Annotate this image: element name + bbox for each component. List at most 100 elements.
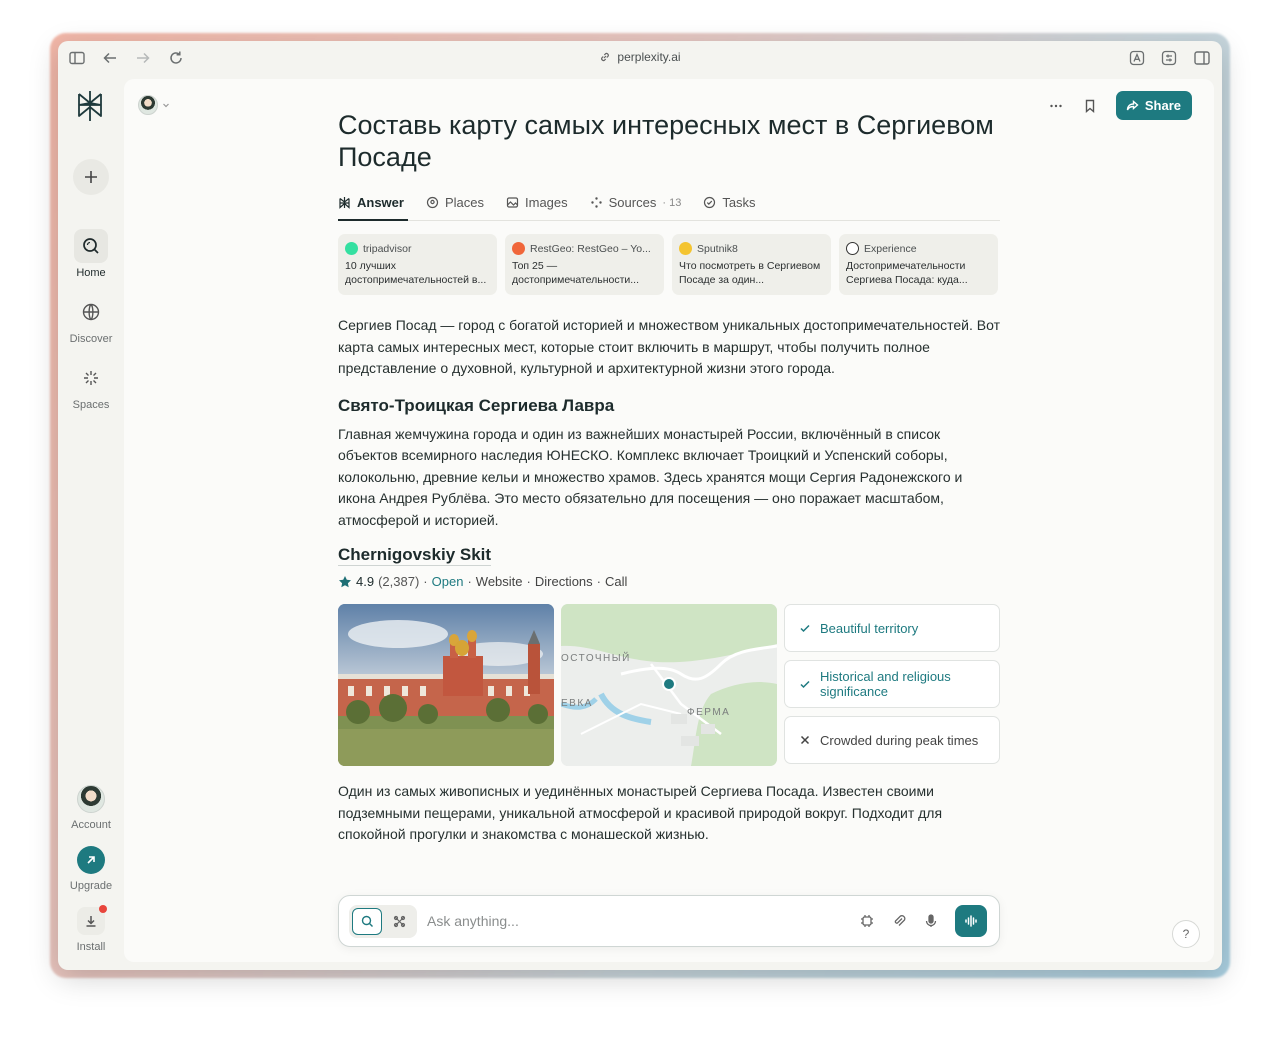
thread-content: Составь карту самых интересных мест в Се… — [338, 109, 1000, 846]
source-card[interactable]: Experience Достопримечательности Сергиев… — [839, 234, 998, 295]
microphone-icon[interactable] — [923, 913, 939, 929]
sources-count: · 13 — [662, 196, 682, 209]
sources-icon — [590, 197, 602, 208]
highlight-item: Beautiful territory — [784, 604, 1000, 652]
attach-icon[interactable] — [891, 913, 907, 929]
more-icon[interactable] — [1048, 98, 1064, 114]
rail-item-home[interactable]: Home — [58, 229, 124, 279]
source-card[interactable]: RestGeo: RestGeo – Yo... Топ 25 — достоп… — [505, 234, 664, 295]
source-cards: tripadvisor 10 лучших достопримечательно… — [338, 234, 1000, 295]
source-site: RestGeo: RestGeo – Yo... — [530, 242, 651, 255]
highlight-item: Crowded during peak times — [784, 716, 1000, 764]
bookmark-icon[interactable] — [1082, 98, 1098, 114]
source-card[interactable]: Sputnik8 Что посмотреть в Сергиевом Поса… — [672, 234, 831, 295]
rail-item-account[interactable]: Account — [58, 785, 124, 831]
waveform-icon — [965, 915, 977, 927]
directions-link[interactable]: Directions — [535, 574, 593, 589]
rail-item-discover[interactable]: Discover — [58, 295, 124, 345]
close-icon — [800, 735, 810, 745]
section-paragraph: Главная жемчужина города и один из важне… — [338, 425, 963, 528]
avatar — [138, 95, 158, 115]
address-bar[interactable]: perplexity.ai — [58, 50, 1222, 64]
rail-item-install[interactable]: Install — [58, 905, 124, 953]
ask-tools — [859, 905, 987, 937]
rail-item-label: Account — [71, 819, 111, 831]
rail-item-label: Install — [76, 941, 106, 953]
website-link[interactable]: Website — [476, 574, 523, 589]
tab-sources[interactable]: Sources · 13 — [590, 195, 682, 210]
search-icon — [74, 229, 108, 263]
tab-answer[interactable]: Answer — [338, 195, 404, 210]
extensions-icon[interactable] — [1160, 49, 1178, 67]
tab-places[interactable]: Places — [426, 195, 484, 210]
highlight-item: Historical and religious significance — [784, 660, 1000, 708]
tab-label: Sources — [608, 195, 657, 210]
user-menu[interactable] — [138, 95, 170, 115]
source-site: Sputnik8 — [697, 242, 738, 255]
perplexity-logo-icon[interactable] — [74, 89, 106, 123]
tab-images[interactable]: Images — [506, 195, 568, 210]
place-highlights: Beautiful territory Historical and relig… — [784, 604, 1000, 766]
monastery-photo — [338, 604, 554, 766]
globe-icon — [74, 295, 108, 329]
rail-item-label: Discover — [69, 333, 113, 345]
tab-label: Answer — [357, 195, 404, 210]
pin-icon — [426, 196, 439, 209]
rail-item-label: Home — [76, 267, 106, 279]
place-map[interactable]: ОСТОЧНЫЙ ЕВКА ФЕРМА — [561, 604, 777, 766]
answer-tabs: Answer Places Images Sources · 13 Tasks — [338, 195, 1000, 221]
tab-label: Places — [444, 195, 484, 210]
check-circle-icon — [704, 196, 716, 209]
open-status: Open — [431, 574, 464, 589]
place-photo[interactable] — [338, 604, 554, 766]
research-mode-button[interactable] — [384, 908, 414, 935]
map-canvas: ОСТОЧНЫЙ ЕВКА ФЕРМА — [561, 604, 777, 766]
download-icon — [77, 905, 107, 935]
place-media: ОСТОЧНЫЙ ЕВКА ФЕРМА Beautiful territory … — [338, 604, 1000, 766]
image-icon — [506, 197, 519, 208]
check-icon — [800, 680, 810, 689]
new-thread-button[interactable] — [73, 159, 109, 195]
translate-icon[interactable] — [1128, 49, 1146, 67]
search-mode-button[interactable] — [352, 908, 382, 935]
source-title: Что посмотреть в Сергиевом Посаде за оди… — [679, 260, 821, 286]
main-panel: Share Составь карту самых интересных мес… — [124, 79, 1214, 962]
map-label: ЕВКА — [561, 698, 593, 709]
share-icon — [1126, 99, 1139, 111]
tab-label: Images — [525, 195, 568, 210]
source-site: tripadvisor — [363, 242, 412, 255]
place-name-link[interactable]: Chernigovskiy Skit — [338, 545, 492, 566]
section-heading: Свято-Троицкая Сергиева Лавра — [338, 395, 615, 415]
map-label: ОСТОЧНЫЙ — [561, 651, 631, 664]
share-button[interactable]: Share — [1115, 91, 1192, 120]
link-icon — [601, 52, 610, 62]
ask-input[interactable]: Ask anything... — [427, 913, 519, 929]
plus-icon — [85, 171, 97, 183]
share-label: Share — [1144, 98, 1181, 113]
tab-tasks[interactable]: Tasks — [703, 195, 756, 210]
rail-item-upgrade[interactable]: Upgrade — [58, 846, 124, 892]
arrow-up-right-icon — [77, 846, 105, 874]
rail-item-label: Upgrade — [69, 880, 113, 892]
help-button[interactable]: ? — [1172, 920, 1200, 948]
browser-toolbar: perplexity.ai — [58, 41, 1222, 75]
url-text: perplexity.ai — [617, 50, 681, 64]
star-icon — [339, 575, 351, 587]
place-description: Один из самых живописных и уединённых мо… — [338, 783, 943, 842]
voice-mode-button[interactable] — [955, 905, 987, 937]
source-title: 10 лучших достопримечательностей в... — [345, 260, 487, 286]
search-icon — [361, 915, 373, 927]
map-label: ФЕРМА — [687, 707, 730, 718]
source-card[interactable]: tripadvisor 10 лучших достопримечательно… — [338, 234, 497, 295]
source-site: Experience — [864, 242, 917, 255]
tripadvisor-icon — [345, 242, 358, 255]
check-icon — [800, 624, 810, 633]
tab-label: Tasks — [722, 195, 756, 210]
call-link[interactable]: Call — [605, 574, 627, 589]
rail-item-spaces[interactable]: Spaces — [58, 361, 124, 411]
sputnik8-icon — [679, 242, 692, 255]
model-chip-icon[interactable] — [859, 913, 875, 929]
split-view-icon[interactable] — [1193, 49, 1211, 67]
left-rail: Home Discover Spaces Account Upgrade Ins… — [58, 75, 124, 970]
chevron-down-icon — [163, 103, 169, 108]
